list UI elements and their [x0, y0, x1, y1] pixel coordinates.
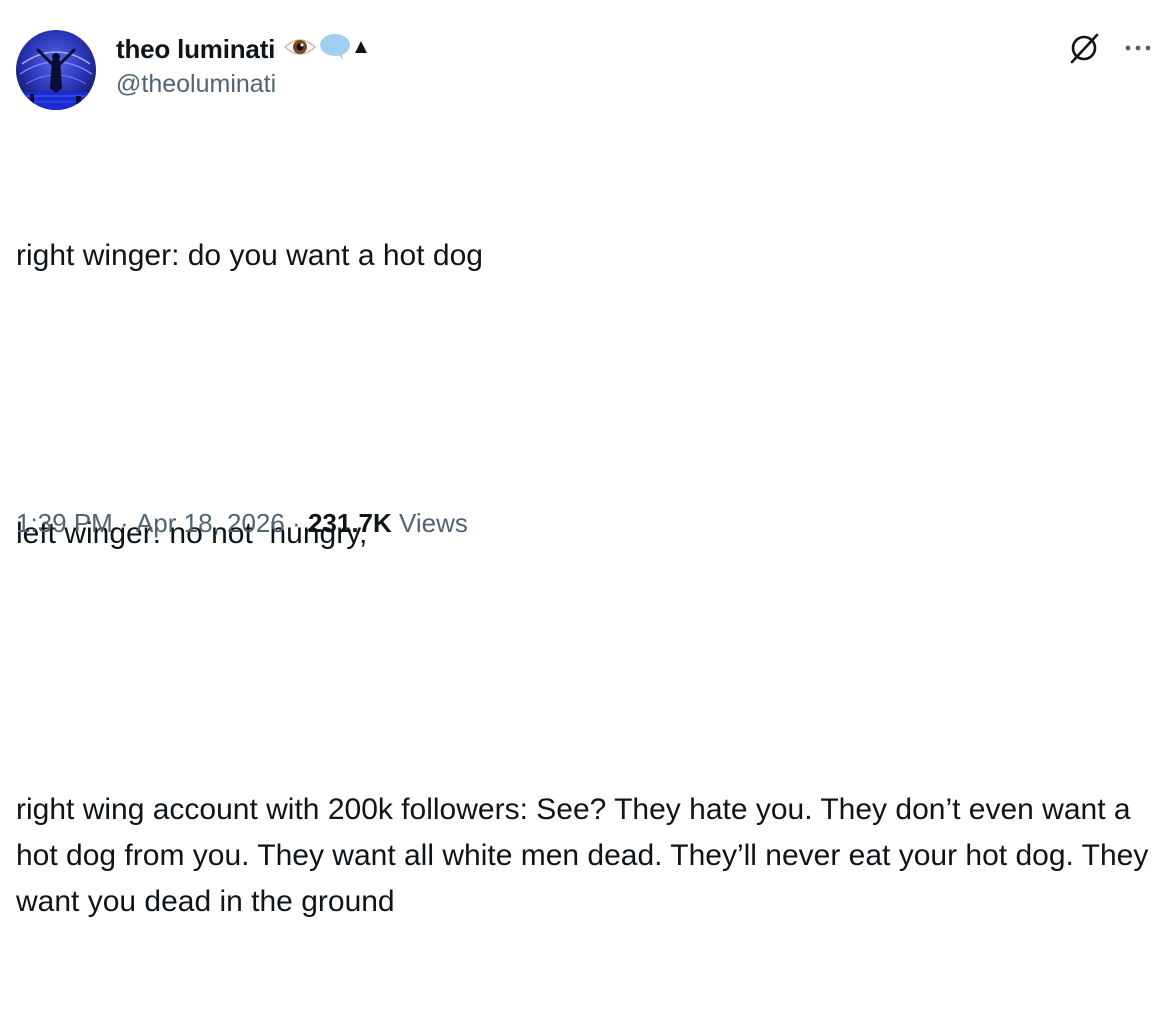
- more-options-icon[interactable]: [1124, 43, 1152, 53]
- tweet-card: theo luminati @theoluminati right winger…: [0, 0, 1168, 918]
- tweet-date[interactable]: Apr 18, 2026: [136, 508, 285, 539]
- eye-emoji-icon: [283, 35, 317, 64]
- tweet-paragraph: right wing account with 200k followers: …: [16, 793, 1157, 918]
- author-block: theo luminati @theoluminati: [116, 32, 369, 99]
- triangle-icon: [353, 39, 369, 60]
- speech-bubble-icon: [319, 33, 351, 66]
- grok-icon[interactable]: [1066, 30, 1102, 66]
- name-row: theo luminati: [116, 32, 369, 66]
- avatar[interactable]: [16, 30, 96, 110]
- handle[interactable]: @theoluminati: [116, 70, 369, 99]
- avatar-image: [16, 30, 96, 110]
- tweet-text: right winger: do you want a hot dog left…: [16, 141, 1152, 1017]
- tweet-time[interactable]: 1:39 PM: [16, 508, 113, 539]
- views-count[interactable]: 231.7K: [308, 508, 392, 539]
- tweet-paragraph: right winger: do you want a hot dog: [16, 239, 483, 272]
- tweet-meta: 1:39 PM · Apr 18, 2026 · 231.7K Views: [16, 508, 468, 539]
- meta-separator: ·: [284, 508, 308, 538]
- meta-separator: ·: [112, 508, 136, 538]
- name-emojis: [283, 33, 369, 66]
- display-name[interactable]: theo luminati: [116, 34, 275, 65]
- top-actions: [1066, 30, 1152, 66]
- views-label[interactable]: Views: [392, 508, 468, 539]
